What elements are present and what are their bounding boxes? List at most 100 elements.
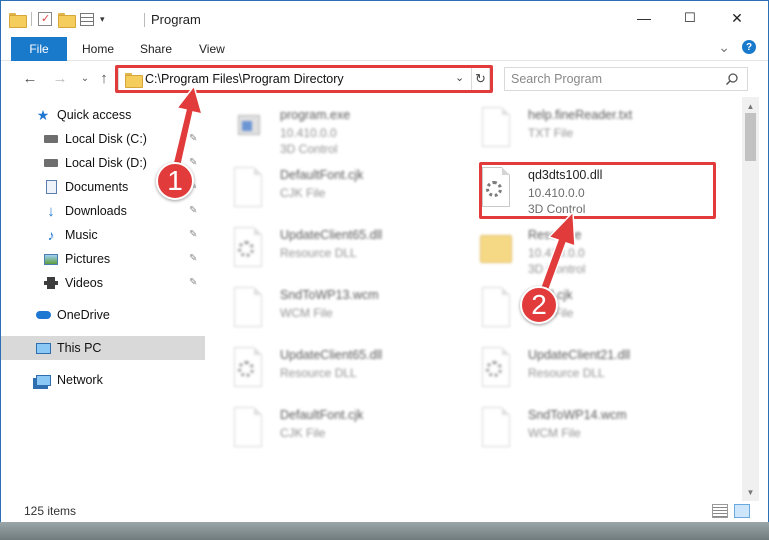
up-button[interactable]: ↑ bbox=[95, 69, 113, 87]
sidebar-item-label: Videos bbox=[65, 276, 103, 290]
sidebar-item-label: Network bbox=[57, 373, 103, 387]
help-icon[interactable]: ? bbox=[742, 40, 756, 54]
search-input[interactable] bbox=[511, 71, 711, 87]
title-bar: ✓ ▾ Program — ☐ ✕ bbox=[1, 1, 768, 35]
desktop-background bbox=[0, 522, 769, 540]
pin-icon[interactable]: ✎ bbox=[189, 157, 199, 169]
sidebar-item-local-disk-c[interactable]: Local Disk (C:) ✎ bbox=[1, 127, 205, 151]
file-name: UpdateClient65.dll bbox=[280, 348, 383, 362]
sidebar-item-downloads[interactable]: ↓ Downloads ✎ bbox=[1, 199, 205, 223]
file-name: SndToWP14.wcm bbox=[528, 408, 627, 422]
search-icon[interactable] bbox=[725, 72, 739, 86]
sidebar-item-label: This PC bbox=[57, 341, 102, 355]
quick-access-toolbar: ✓ ▾ bbox=[9, 10, 105, 28]
tiles-view-icon[interactable] bbox=[734, 504, 750, 518]
sidebar-item-videos[interactable]: Videos ✎ bbox=[1, 271, 205, 295]
address-bar[interactable]: C:\Program Files\Program Directory ⌄ ↻ bbox=[118, 67, 490, 91]
sidebar-item-music[interactable]: ♪ Music ✎ bbox=[1, 223, 205, 247]
doc-icon bbox=[478, 407, 512, 449]
file-name: SndToWP13.wcm bbox=[280, 288, 379, 302]
file-name: DefaultFont.cjk bbox=[280, 168, 364, 182]
file-meta: Resource DLL bbox=[280, 246, 357, 260]
address-dropdown-chevron-icon[interactable]: ⌄ bbox=[455, 71, 464, 84]
view-options-icon[interactable] bbox=[80, 12, 94, 26]
address-path[interactable]: C:\Program Files\Program Directory bbox=[145, 72, 344, 86]
doc-icon bbox=[230, 407, 264, 449]
tab-share[interactable]: Share bbox=[140, 37, 172, 61]
folder-icon bbox=[9, 12, 27, 28]
recent-locations-chevron-icon[interactable]: ⌄ bbox=[76, 69, 94, 87]
file-meta: 10.410.0.0 3D Control bbox=[280, 126, 338, 156]
folder-icon bbox=[478, 227, 512, 269]
list-item[interactable]: program.exe 10.410.0.0 3D Control bbox=[208, 99, 448, 159]
dll-gear-icon bbox=[230, 227, 264, 269]
list-item[interactable]: DefaultFont.cjk CJK File bbox=[208, 159, 448, 219]
maximize-button[interactable]: ☐ bbox=[667, 1, 713, 35]
list-item[interactable]: DefaultFont.cjk CJK File bbox=[208, 399, 448, 459]
tab-view[interactable]: View bbox=[199, 37, 225, 61]
list-item[interactable]: SndToWP14.wcm WCM File bbox=[456, 399, 696, 459]
list-item[interactable]: Resource 10.410.0.0 3D Control bbox=[456, 219, 696, 279]
file-meta: 10.410.0.0 3D Control bbox=[528, 246, 586, 276]
list-item[interactable]: UpdateClient65.dll Resource DLL bbox=[208, 219, 448, 279]
sidebar-item-label: Local Disk (D:) bbox=[65, 156, 147, 170]
music-note-icon: ♪ bbox=[47, 227, 55, 243]
network-icon bbox=[35, 372, 51, 388]
customize-toolbar-chevron-icon[interactable]: ▾ bbox=[100, 14, 105, 25]
sidebar-item-onedrive[interactable]: OneDrive bbox=[1, 303, 205, 327]
pin-icon[interactable]: ✎ bbox=[189, 277, 199, 289]
cloud-icon bbox=[35, 307, 51, 323]
tab-home[interactable]: Home bbox=[82, 37, 114, 61]
scroll-down-arrow-icon[interactable]: ▼ bbox=[742, 485, 759, 499]
pin-icon[interactable]: ✎ bbox=[189, 133, 199, 145]
folder-icon bbox=[125, 73, 143, 88]
list-item[interactable]: UpdateClient65.dll Resource DLL bbox=[208, 339, 448, 399]
list-item[interactable]: UpdateClient21.dll Resource DLL bbox=[456, 339, 696, 399]
vertical-scrollbar[interactable]: ▲ ▼ bbox=[742, 97, 759, 501]
sidebar-item-label: Music bbox=[65, 228, 98, 242]
file-highlight-box bbox=[479, 162, 716, 219]
file-name: DefaultFont.cjk bbox=[280, 408, 364, 422]
list-item[interactable]: SndToWP13.wcm WCM File bbox=[208, 279, 448, 339]
scroll-up-arrow-icon[interactable]: ▲ bbox=[742, 99, 759, 113]
ribbon-tabs: File Home Share View ⌄ ? bbox=[1, 35, 768, 61]
sidebar-item-this-pc[interactable]: This PC bbox=[1, 336, 205, 360]
sidebar-item-label: Quick access bbox=[57, 108, 132, 122]
refresh-button[interactable]: ↻ bbox=[471, 68, 489, 90]
sidebar-item-pictures[interactable]: Pictures ✎ bbox=[1, 247, 205, 271]
new-folder-icon[interactable] bbox=[58, 12, 76, 28]
close-button[interactable]: ✕ bbox=[714, 1, 760, 35]
details-view-icon[interactable] bbox=[712, 504, 728, 518]
forward-button[interactable]: → bbox=[51, 69, 69, 87]
sidebar-item-quick-access[interactable]: ★ Quick access bbox=[1, 103, 205, 127]
file-name: UpdateClient21.dll bbox=[528, 348, 631, 362]
expand-ribbon-chevron-icon[interactable]: ⌄ bbox=[718, 40, 730, 54]
doc-icon bbox=[230, 167, 264, 209]
navigation-bar: ← → ⌄ ↑ C:\Program Files\Program Directo… bbox=[1, 63, 768, 95]
dll-gear-icon bbox=[230, 347, 264, 389]
file-name: UpdateClient65.dll bbox=[280, 228, 383, 242]
pin-icon[interactable]: ✎ bbox=[189, 253, 199, 265]
pin-icon[interactable]: ✎ bbox=[189, 205, 199, 217]
window-title: Program bbox=[151, 12, 201, 27]
properties-checkmark-icon[interactable]: ✓ bbox=[38, 12, 52, 26]
scrollbar-thumb[interactable] bbox=[745, 113, 756, 161]
pin-icon[interactable]: ✎ bbox=[189, 229, 199, 241]
file-meta: CJK File bbox=[280, 186, 326, 200]
file-meta: Resource DLL bbox=[528, 366, 605, 380]
tab-file[interactable]: File bbox=[11, 37, 67, 61]
exe-icon bbox=[230, 107, 264, 149]
search-box[interactable] bbox=[504, 67, 748, 91]
back-button[interactable]: ← bbox=[21, 69, 39, 87]
toolbar-divider bbox=[31, 12, 32, 26]
list-item[interactable]: Html.cjk CJK File bbox=[456, 279, 696, 339]
view-toggle bbox=[712, 504, 750, 518]
file-meta: Resource DLL bbox=[280, 366, 357, 380]
drive-icon bbox=[43, 131, 59, 147]
list-item[interactable]: help.fineReader.txt TXT File bbox=[456, 99, 696, 159]
minimize-button[interactable]: — bbox=[621, 1, 667, 35]
sidebar-item-network[interactable]: Network bbox=[1, 368, 205, 392]
step-marker-2: 2 bbox=[520, 286, 558, 324]
sidebar-item-label: OneDrive bbox=[57, 308, 110, 322]
file-name: Resource bbox=[528, 228, 582, 242]
